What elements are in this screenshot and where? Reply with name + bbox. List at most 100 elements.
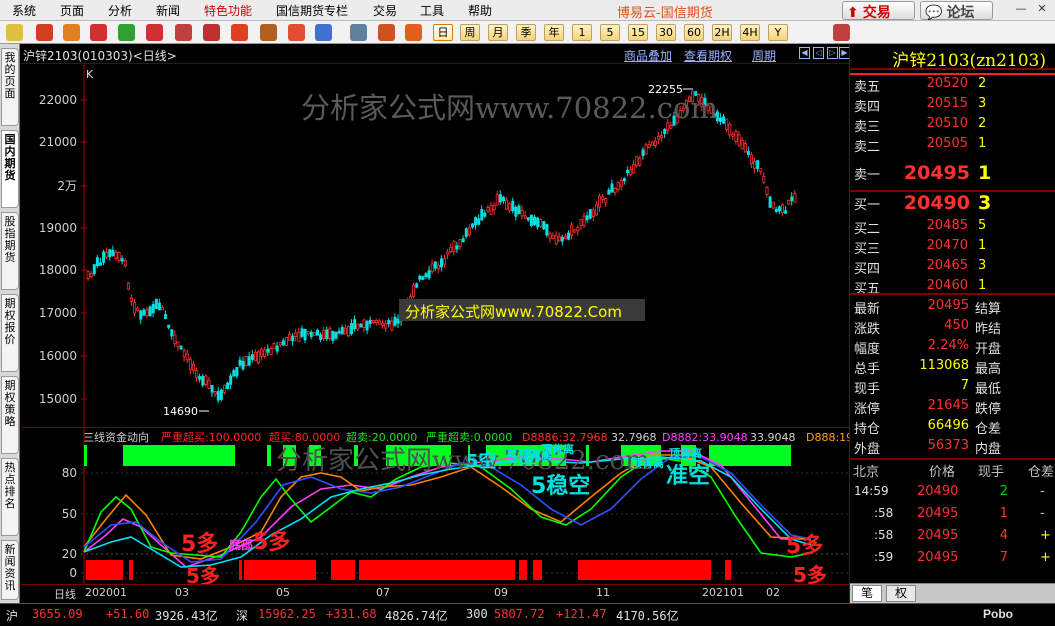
minimize-icon[interactable]: — <box>1014 2 1028 16</box>
menu-news[interactable]: 新闻 <box>156 2 180 19</box>
refresh-icon[interactable] <box>118 24 135 41</box>
period-4h-button[interactable]: 4H <box>740 24 760 41</box>
period-30min-button[interactable]: 30 <box>656 24 676 41</box>
back-icon[interactable] <box>6 24 23 41</box>
period-link[interactable]: 周期 <box>752 47 776 64</box>
candle-body <box>340 327 344 335</box>
nav-first-icon[interactable]: ◀ <box>799 47 810 59</box>
kline-icon[interactable] <box>378 24 395 41</box>
menu-tools[interactable]: 工具 <box>420 2 444 19</box>
candle-body <box>743 143 747 153</box>
filter-icon[interactable] <box>288 24 305 41</box>
ask-price: 20495 <box>903 162 970 184</box>
candle-body <box>529 214 533 226</box>
period-5min-button[interactable]: 5 <box>600 24 620 41</box>
kline-chart[interactable]: K 22000210002万1900018000170001600015000 … <box>21 64 849 426</box>
order-book-row: 买一 20490 3 <box>850 192 1055 218</box>
candle-body <box>787 200 791 205</box>
candle-body <box>365 321 369 331</box>
signal-label: 底部 <box>229 537 253 552</box>
indicator-param: D888:19 <box>806 431 849 444</box>
tab-hot-ranking[interactable]: 热点排名 <box>1 458 19 536</box>
menu-page[interactable]: 页面 <box>60 2 84 19</box>
candle-body <box>160 307 164 311</box>
table-icon[interactable] <box>350 24 367 41</box>
indicator-chart[interactable]: 三线资金动向 严重超买:100.0000 超买:80.0000 超卖:20.0000… <box>21 427 849 584</box>
layout-icon[interactable] <box>833 24 850 41</box>
candle-body <box>238 359 242 366</box>
candle-body <box>539 219 543 227</box>
watermark-top: 分析家公式网www.70822.com <box>301 91 718 125</box>
bid-label: 买四 <box>854 262 881 277</box>
search-icon[interactable] <box>175 24 192 41</box>
period-2h-button[interactable]: 2H <box>712 24 732 41</box>
menu-trade[interactable]: 交易 <box>373 2 397 19</box>
tick-volume: 7 <box>999 550 1008 565</box>
stat-label-2: 昨结 <box>975 322 1002 337</box>
close-icon[interactable]: ✕ <box>1035 2 1049 16</box>
period-quarter-button[interactable]: 季 <box>516 24 536 41</box>
trade-button[interactable]: ⬆ 交易 <box>842 1 915 21</box>
period-1min-button[interactable]: 1 <box>572 24 592 41</box>
candle-body <box>89 273 93 277</box>
y-tick-label: 15000 <box>39 392 77 406</box>
period-day-button[interactable]: 日 <box>433 24 453 41</box>
menu-analysis[interactable]: 分析 <box>108 2 132 19</box>
nav-prev-icon[interactable]: ◁ <box>813 47 824 59</box>
candle-body <box>384 322 388 329</box>
forum-button[interactable]: 💬 论坛 <box>920 1 993 21</box>
period-y-button[interactable]: Y <box>768 24 788 41</box>
tab-option-quotes[interactable]: 期权报价 <box>1 294 19 372</box>
ticks-head-oi: 仓差 <box>1028 465 1055 480</box>
candle-body <box>781 204 785 214</box>
tab-option-strategy[interactable]: 期权策略 <box>1 376 19 454</box>
tab-news[interactable]: 新闻资讯 <box>1 540 19 600</box>
candle-body <box>179 346 183 350</box>
trophy-icon[interactable] <box>260 24 277 41</box>
tab-rights[interactable]: 权 <box>886 585 916 602</box>
candle-body <box>622 178 626 182</box>
stat-label-2: 跌停 <box>975 402 1002 417</box>
tab-domestic-futures[interactable]: 国内期货 <box>1 130 19 208</box>
candle-body <box>108 249 112 258</box>
nav-next-icon[interactable]: ▷ <box>827 47 838 59</box>
menu-system[interactable]: 系统 <box>12 2 36 19</box>
candle-body <box>508 203 512 211</box>
order-book-row: 买二 20485 5 <box>850 218 1055 238</box>
period-60min-button[interactable]: 60 <box>684 24 704 41</box>
candle-body <box>142 309 146 316</box>
period-15min-button[interactable]: 15 <box>628 24 648 41</box>
ask-volume: 2 <box>978 76 987 91</box>
grid-icon[interactable] <box>90 24 107 41</box>
folder-icon[interactable] <box>63 24 80 41</box>
candle-body <box>170 329 174 337</box>
menu-features[interactable]: 特色功能 <box>204 2 252 19</box>
pobo-logo: Pobo <box>983 607 1013 621</box>
news-icon[interactable] <box>315 24 332 41</box>
candle-body <box>253 351 257 362</box>
index-sz-amount: 4826.74亿 <box>385 609 448 623</box>
period-month-button[interactable]: 月 <box>488 24 508 41</box>
overlay-commodity-link[interactable]: 商品叠加 <box>624 47 672 64</box>
forum-button-label: 论坛 <box>946 5 975 21</box>
menu-help[interactable]: 帮助 <box>468 2 492 19</box>
period-year-button[interactable]: 年 <box>544 24 564 41</box>
bid-price: 20460 <box>926 278 968 293</box>
divider <box>850 73 1055 75</box>
tab-index-futures[interactable]: 股指期货 <box>1 212 19 290</box>
period-week-button[interactable]: 周 <box>460 24 480 41</box>
menu-guoxin-column[interactable]: 国信期货专栏 <box>276 2 348 19</box>
window-icon[interactable] <box>203 24 220 41</box>
home-icon[interactable] <box>36 24 53 41</box>
view-options-link[interactable]: 查看期权 <box>684 47 732 64</box>
tab-ticks[interactable]: 笔 <box>852 585 882 602</box>
tick-icon[interactable] <box>405 24 422 41</box>
candle-body <box>790 196 794 202</box>
indicator-y-label: 0 <box>69 566 77 580</box>
tab-my-pages[interactable]: 我的页面 <box>1 48 19 126</box>
chart-icon[interactable] <box>146 24 163 41</box>
tick-direction: + <box>1040 528 1051 543</box>
candle-body <box>517 205 521 215</box>
candle-body <box>123 260 127 266</box>
pencil-icon[interactable] <box>231 24 248 41</box>
